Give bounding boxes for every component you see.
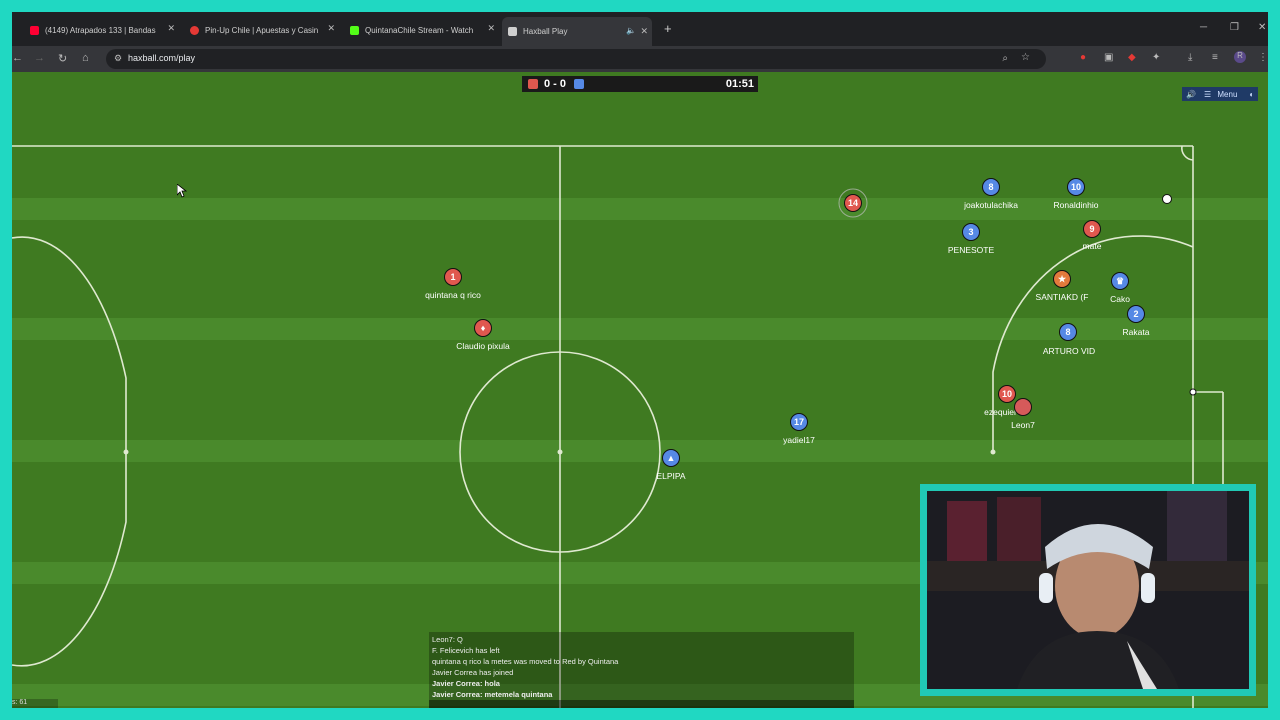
tab-title: QuintanaChile Stream - Watch	[365, 25, 474, 35]
player-name: Leon7	[1011, 420, 1035, 430]
player-avatar: 10	[998, 385, 1016, 403]
close-tab-icon[interactable]: ✕	[640, 26, 648, 37]
kick-icon	[350, 25, 359, 35]
haxball-icon	[508, 27, 517, 36]
chat-line: Leon7: Q	[432, 635, 463, 644]
player-avatar: ★	[1053, 270, 1071, 288]
extension-icon[interactable]: ◆	[1128, 52, 1136, 63]
player-avatar: 14	[844, 194, 862, 212]
close-tab-icon[interactable]: ✕	[327, 23, 335, 34]
close-tab-icon[interactable]: ✕	[167, 23, 175, 34]
player-name: mate	[1082, 241, 1102, 251]
browser-menu-icon[interactable]: ⋮	[1258, 52, 1268, 63]
tab-title: (4149) Atrapados 133 | Bandas	[45, 25, 156, 35]
sound-icon[interactable]: 🔊	[1182, 90, 1200, 99]
player-name: ELPIPA	[656, 471, 686, 481]
webcam-overlay	[920, 484, 1256, 696]
site-info-icon[interactable]: ⚙	[114, 53, 122, 64]
menu-button[interactable]: ☰ Menu	[1200, 90, 1245, 99]
ball	[1162, 194, 1172, 204]
player-name: quintana q rico	[425, 290, 481, 300]
player-name: SANTIAKD (F	[1035, 292, 1089, 302]
player-name: ARTURO VID	[1042, 346, 1096, 356]
player-name: Claudio pixula	[456, 341, 510, 351]
chevron-icon[interactable]: ◐	[1245, 90, 1258, 99]
player-name: PENESOTE	[947, 245, 995, 255]
mouse-cursor-icon	[177, 184, 187, 198]
game-timer: 01:51	[725, 78, 754, 90]
tab-youtube[interactable]: (4149) Atrapados 133 | Bandas ✕	[30, 18, 175, 42]
extension-icon[interactable]: ▣	[1104, 52, 1113, 63]
browser-window: (4149) Atrapados 133 | Bandas ✕ Pin-Up C…	[12, 12, 1268, 708]
chat-line: Javier Correa: metemela quintana	[432, 690, 553, 699]
player-avatar: 1	[444, 268, 462, 286]
youtube-icon	[30, 25, 39, 35]
star-icon[interactable]: ☆	[1021, 52, 1030, 63]
tab-bar: (4149) Atrapados 133 | Bandas ✕ Pin-Up C…	[12, 12, 1268, 46]
profile-icon[interactable]: R	[1234, 51, 1246, 63]
pinup-icon	[190, 25, 199, 35]
extensions-icon[interactable]: ✦	[1152, 52, 1160, 63]
back-icon[interactable]: ←	[12, 52, 23, 64]
new-tab-button[interactable]: +	[664, 21, 672, 36]
tab-title: Pin-Up Chile | Apuestas y Casin	[205, 25, 319, 35]
tab-title: Haxball Play	[523, 27, 568, 36]
zoom-icon[interactable]: ⌕	[1002, 53, 1008, 64]
player-avatar: 3	[962, 223, 980, 241]
webcam-video	[927, 491, 1249, 689]
player-avatar: 8	[982, 178, 1000, 196]
player-avatar: 2	[1127, 305, 1145, 323]
download-icon[interactable]: ⤓	[1188, 52, 1192, 63]
player-avatar: ▲	[662, 449, 680, 467]
player-name: ezequiel	[984, 407, 1016, 417]
url-text: haxball.com/play	[128, 53, 196, 63]
player-name: Rakata	[1122, 327, 1150, 337]
player-avatar: 9	[1083, 220, 1101, 238]
chat-line: Javier Correa: hola	[432, 679, 500, 688]
blue-team-icon	[574, 79, 585, 89]
streamer-image	[927, 491, 1249, 689]
menu-label: Menu	[1217, 89, 1238, 99]
player-name: Cako	[1110, 294, 1130, 304]
player-name: yadiel17	[783, 435, 815, 445]
player-avatar: 8	[1059, 323, 1077, 341]
game-controls: 🔊 ☰ Menu ◐	[1182, 87, 1259, 101]
forward-icon[interactable]: →	[34, 52, 45, 64]
maximize-icon[interactable]: ❐	[1230, 22, 1239, 33]
reading-list-icon[interactable]: ≡	[1212, 52, 1218, 63]
minimize-icon[interactable]: ─	[1200, 22, 1207, 33]
tab-pinup[interactable]: Pin-Up Chile | Apuestas y Casin ✕	[190, 18, 335, 42]
red-team-icon	[528, 79, 538, 89]
sound-icon[interactable]: 🔈	[626, 26, 636, 35]
reload-icon[interactable]: ↻	[58, 52, 67, 65]
fps-counter: s: 61	[12, 699, 58, 708]
extension-icon[interactable]: ●	[1080, 52, 1086, 63]
player-avatar	[1014, 398, 1032, 416]
chat-line: Javier Correa has joined	[432, 668, 514, 677]
player-avatar: 10	[1067, 178, 1085, 196]
player-avatar: ♛	[1111, 272, 1129, 290]
scoreboard: 0 - 0 01:51	[522, 76, 758, 92]
tab-kick[interactable]: QuintanaChile Stream - Watch ✕	[350, 18, 495, 42]
player-name: joakotulachika	[964, 200, 1018, 210]
player-avatar: ♦	[474, 319, 492, 337]
toolbar: ← → ↻ ⌂ ⚙ haxball.com/play ⌕ ☆ ● ▣ ◆ ✦ ⤓…	[12, 46, 1268, 72]
tab-haxball[interactable]: Haxball Play 🔈 ✕	[502, 17, 652, 46]
score: 0 - 0	[544, 78, 567, 90]
chat-line: quintana q rico la metes was moved to Re…	[432, 657, 619, 666]
chat-line: F. Felicevich has left	[432, 646, 500, 655]
address-bar[interactable]: ⚙ haxball.com/play ⌕ ☆	[106, 49, 1046, 69]
player-name: Ronaldinhio	[1053, 200, 1099, 210]
player-avatar: 17	[790, 413, 808, 431]
close-window-icon[interactable]: ✕	[1258, 22, 1266, 33]
chat-input[interactable]	[429, 700, 854, 708]
close-tab-icon[interactable]: ✕	[487, 23, 495, 34]
chat-box: Leon7: Q F. Felicevich has left quintana…	[429, 632, 854, 708]
home-icon[interactable]: ⌂	[82, 52, 89, 64]
